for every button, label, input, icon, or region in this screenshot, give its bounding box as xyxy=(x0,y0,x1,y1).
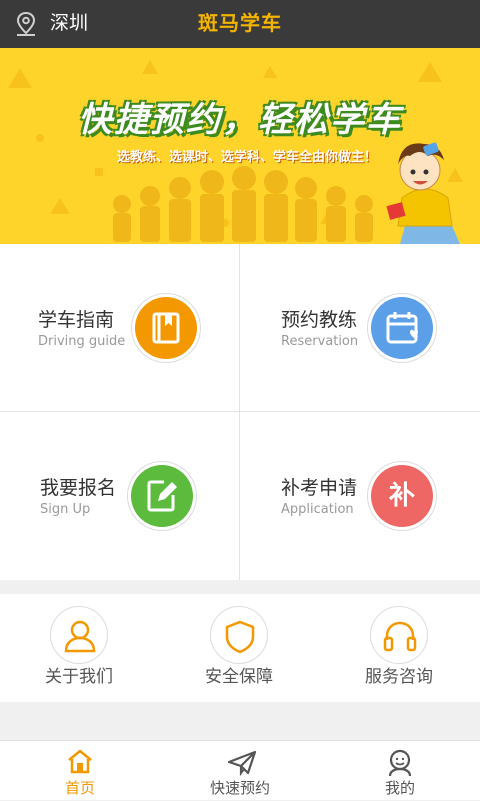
paper-plane-icon xyxy=(227,750,257,777)
banner-subline: 选教练、选课时、选学科、学车全由你做主！ xyxy=(116,150,377,165)
pen-edit-icon xyxy=(128,462,196,530)
tab-label: 快速预约 xyxy=(209,779,270,797)
reservation-tile[interactable]: 预约教练 Reservation xyxy=(240,244,480,412)
safety-guarantee-link[interactable]: 安全保障 xyxy=(160,594,320,702)
about-us-link[interactable]: 关于我们 xyxy=(0,594,160,702)
retake-badge-text: 补 xyxy=(388,481,415,511)
retake-application-tile[interactable]: 补考申请 Application 补 xyxy=(240,412,480,580)
tile-subtitle: Sign Up xyxy=(40,502,91,517)
tile-title: 补考申请 xyxy=(281,477,358,499)
tile-title: 我要报名 xyxy=(40,477,117,499)
tab-label: 我的 xyxy=(384,779,415,797)
tile-title: 预约教练 xyxy=(281,309,358,331)
sign-up-tile[interactable]: 我要报名 Sign Up xyxy=(0,412,240,580)
retake-badge-icon: 补 xyxy=(368,462,436,530)
feature-grid: 学车指南 Driving guide 预约教练 Reservation 我要报名… xyxy=(0,244,480,580)
book-bookmark-icon xyxy=(132,294,200,362)
tile-subtitle: Driving guide xyxy=(38,334,126,349)
app-title: 斑马学车 xyxy=(198,11,282,35)
driving-guide-tile[interactable]: 学车指南 Driving guide xyxy=(0,244,240,412)
promo-banner[interactable]: 快捷预约，轻松学车 选教练、选课时、选学科、学车全由你做主！ xyxy=(0,48,480,244)
service-consult-link[interactable]: 服务咨询 xyxy=(320,594,480,702)
tile-title: 学车指南 xyxy=(38,309,115,331)
tab-label: 首页 xyxy=(64,779,95,797)
headphones-icon xyxy=(370,606,428,664)
banner-headline: 快捷预约，轻松学车 xyxy=(78,100,402,140)
quick-links: 关于我们 安全保障 服务咨询 xyxy=(0,594,480,702)
tab-home[interactable]: 首页 xyxy=(0,741,160,801)
bottom-tab-bar: 首页 快速预约 我的 xyxy=(0,740,480,800)
top-bar: 深圳 斑马学车 xyxy=(0,0,480,48)
tab-quick-booking[interactable]: 快速预约 xyxy=(160,741,320,801)
tab-mine[interactable]: 我的 xyxy=(320,741,480,801)
about-us-label: 关于我们 xyxy=(45,667,113,687)
tile-subtitle: Application xyxy=(281,502,354,517)
shield-icon xyxy=(210,606,268,664)
profile-icon xyxy=(388,749,412,777)
home-icon xyxy=(68,749,92,774)
calendar-heart-icon xyxy=(368,294,436,362)
tile-subtitle: Reservation xyxy=(281,334,359,349)
safety-guarantee-label: 安全保障 xyxy=(205,667,273,687)
service-consult-label: 服务咨询 xyxy=(365,667,433,687)
user-icon xyxy=(50,606,108,664)
